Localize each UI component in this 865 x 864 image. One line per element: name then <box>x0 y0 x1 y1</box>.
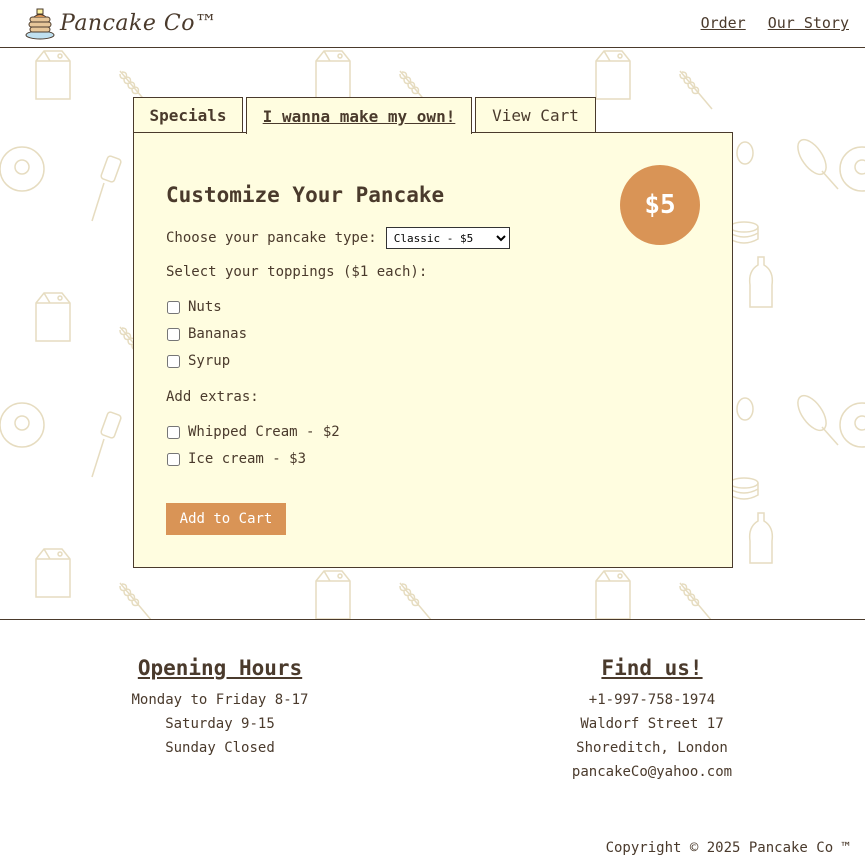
contact-phone[interactable]: +1-997-758-1974 <box>532 688 772 712</box>
opening-hours-title: Opening Hours <box>137 656 303 680</box>
hours-sunday: Sunday Closed <box>165 740 275 756</box>
extras-label: Add extras: <box>166 389 259 405</box>
nav-our-story-link[interactable]: Our Story <box>768 14 849 32</box>
topping-nuts-checkbox[interactable] <box>167 300 180 314</box>
tab-view-cart[interactable]: View Cart <box>475 97 596 133</box>
main-nav: Order Our Story <box>701 14 849 32</box>
nav-order-link[interactable]: Order <box>701 14 746 32</box>
find-us-title: Find us! <box>601 656 703 680</box>
topping-nuts-label: Nuts <box>188 299 222 315</box>
topping-nuts[interactable]: Nuts <box>166 299 222 315</box>
opening-hours-section: Opening Hours Monday to Friday 8-17 Satu… <box>100 656 340 760</box>
topping-bananas-checkbox[interactable] <box>167 327 180 341</box>
toppings-label: Select your toppings ($1 each): <box>166 264 428 280</box>
extra-ice-cream[interactable]: Ice cream - $3 <box>166 451 306 467</box>
price-badge: $5 <box>620 165 700 245</box>
hours-weekdays: Monday to Friday 8-17 <box>131 692 309 708</box>
contact-city: Shoreditch, London <box>576 740 728 756</box>
find-us-section: Find us! +1-997-758-1974 Waldorf Street … <box>532 656 772 784</box>
pancake-type-select[interactable]: Classic - $5 <box>385 227 510 249</box>
brand-name: Pancake Co™ <box>60 10 218 36</box>
panel-title: Customize Your Pancake <box>166 183 445 207</box>
topping-bananas[interactable]: Bananas <box>166 326 247 342</box>
extra-whipped-cream[interactable]: Whipped Cream - $2 <box>166 424 340 440</box>
customize-panel: Customize Your Pancake $5 Choose your pa… <box>133 132 733 568</box>
topping-syrup[interactable]: Syrup <box>166 353 230 369</box>
topping-bananas-label: Bananas <box>188 326 248 342</box>
tab-specials[interactable]: Specials <box>133 97 243 133</box>
tab-make-your-own[interactable]: I wanna make my own! <box>246 97 472 134</box>
extra-whipped-cream-label: Whipped Cream - $2 <box>188 424 340 440</box>
pancake-type-row: Choose your pancake type: Classic - $5 <box>166 227 510 249</box>
extra-whipped-cream-checkbox[interactable] <box>167 425 180 439</box>
extra-ice-cream-checkbox[interactable] <box>167 452 180 466</box>
pancake-stack-icon <box>25 8 55 40</box>
site-header: Pancake Co™ Order Our Story <box>0 0 865 48</box>
add-to-cart-button[interactable]: Add to Cart <box>166 503 286 535</box>
contact-street: Waldorf Street 17 <box>580 716 724 732</box>
contact-email[interactable]: pancakeCo@yahoo.com <box>532 760 772 784</box>
pattern-divider <box>0 619 865 620</box>
topping-syrup-label: Syrup <box>188 353 231 369</box>
pancake-type-label: Choose your pancake type: <box>166 230 377 246</box>
topping-syrup-checkbox[interactable] <box>167 354 180 368</box>
hours-saturday: Saturday 9-15 <box>165 716 275 732</box>
extra-ice-cream-label: Ice cream - $3 <box>188 451 307 467</box>
copyright-text: Copyright © 2025 Pancake Co ™ <box>605 840 850 856</box>
brand-logo[interactable]: Pancake Co™ <box>24 6 217 40</box>
